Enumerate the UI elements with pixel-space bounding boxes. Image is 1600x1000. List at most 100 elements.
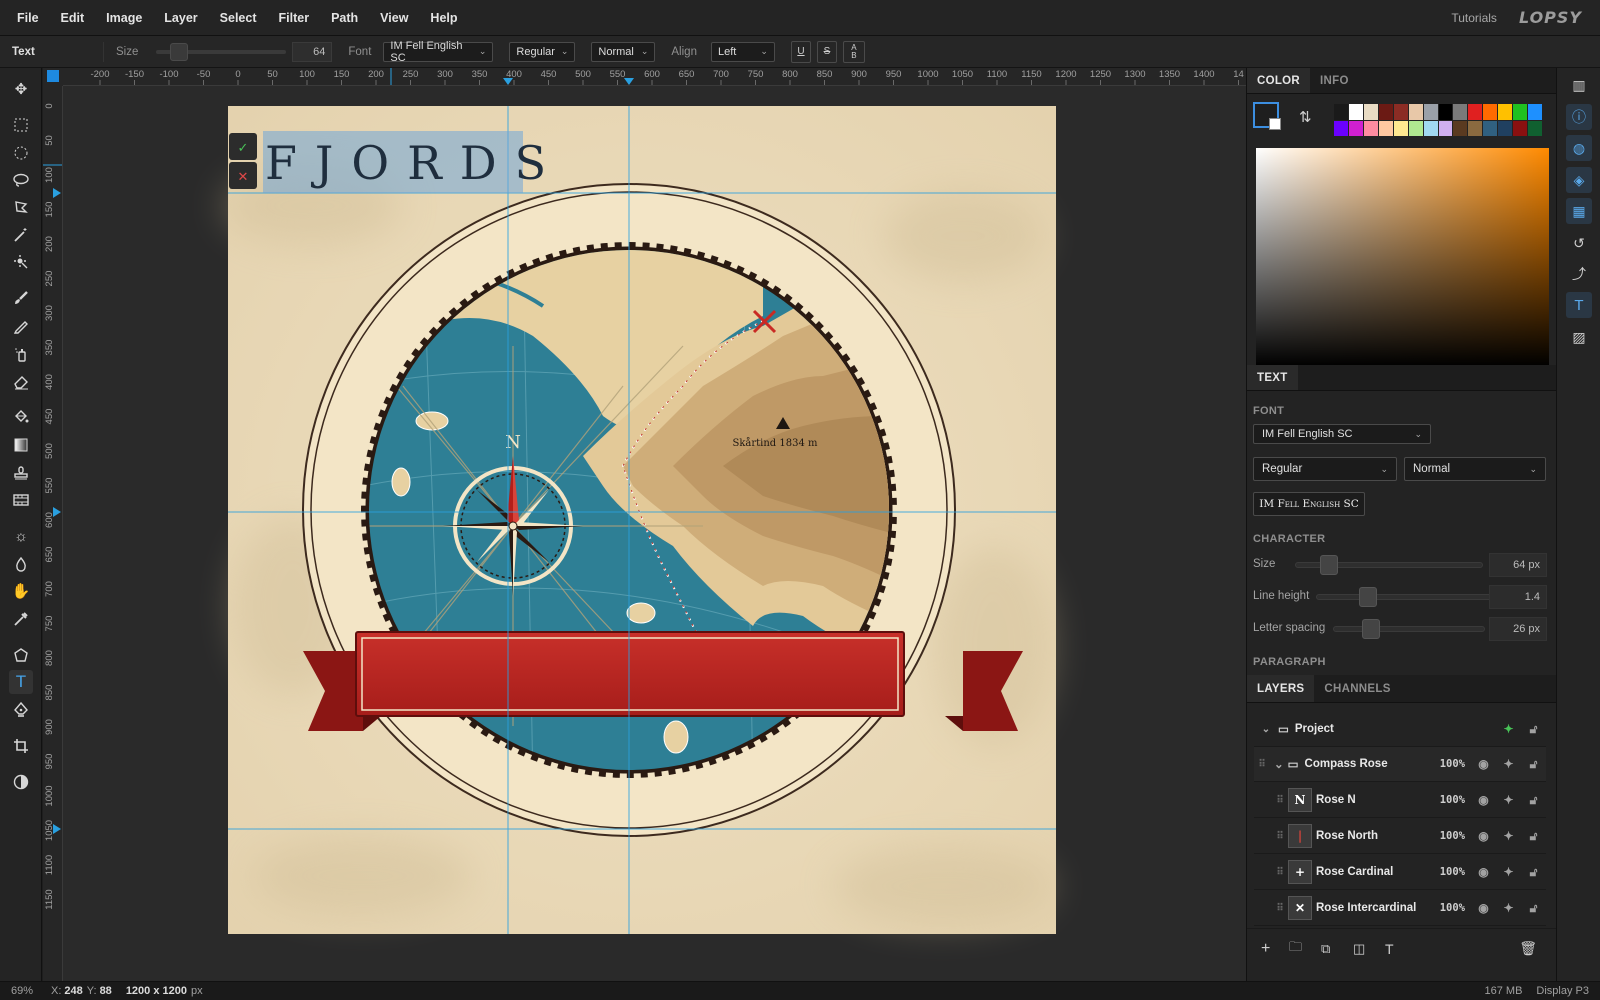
drag-handle-icon[interactable]: ⠿ — [1272, 795, 1288, 806]
layer-row-compass-rose[interactable]: ⠿ ⌄ ▭ Compass Rose 100% ◉ ✦ 🔓︎ — [1254, 747, 1546, 782]
panel-size-input[interactable]: 64 px — [1489, 553, 1547, 577]
lock-icon[interactable]: 🔓︎ — [1521, 722, 1546, 737]
duplicate-layer-icon[interactable]: ⧉ — [1321, 941, 1353, 957]
color-picker-field[interactable] — [1256, 148, 1549, 366]
info-icon[interactable]: ⓘ — [1566, 104, 1592, 130]
color-swatch[interactable] — [1513, 104, 1528, 120]
align-select[interactable]: Left ⌄ — [710, 41, 775, 62]
color-swatch[interactable] — [1453, 104, 1468, 120]
size-slider[interactable] — [156, 42, 287, 61]
tab-text[interactable]: TEXT — [1247, 365, 1298, 390]
quick-select-icon[interactable] — [9, 250, 33, 274]
magic-wand-icon[interactable] — [9, 223, 33, 247]
tab-color[interactable]: COLOR — [1247, 68, 1311, 93]
rect-select-icon[interactable] — [9, 113, 33, 137]
spray-icon[interactable] — [9, 342, 33, 366]
color-swatch[interactable] — [1334, 120, 1348, 136]
menu-image[interactable]: Image — [95, 11, 153, 25]
line-height-input[interactable]: 1.4 — [1489, 585, 1547, 609]
ruler-vertical[interactable]: 0 50 100 150 200 250 300 350 400 450 500 550 600 650 7… — [43, 86, 63, 981]
color-swatch[interactable] — [1393, 104, 1408, 120]
paths-icon[interactable]: ⤴ — [1566, 261, 1592, 287]
canvas-viewport[interactable]: N Skårtind 1834 m FJORDS ✓ ✕ — [63, 86, 1246, 981]
menu-edit[interactable]: Edit — [50, 11, 96, 25]
sun-icon[interactable]: ☼ — [9, 524, 33, 548]
bucket-icon[interactable] — [9, 405, 33, 429]
menu-select[interactable]: Select — [209, 11, 268, 25]
eye-icon[interactable]: ◉ — [1471, 865, 1496, 879]
color-swatch[interactable] — [1453, 120, 1468, 136]
contrast-icon[interactable] — [9, 770, 33, 794]
eye-icon[interactable]: ◉ — [1471, 829, 1496, 843]
gradient-icon[interactable] — [9, 433, 33, 457]
pen-icon[interactable] — [9, 698, 33, 722]
color-swatch[interactable] — [1378, 104, 1393, 120]
add-layer-icon[interactable]: + — [1261, 940, 1289, 958]
add-folder-icon[interactable]: 🗀︎ — [1289, 938, 1321, 960]
color-swatch[interactable] — [1483, 104, 1498, 120]
ruler-guide-marker[interactable] — [53, 824, 61, 834]
color-swatch[interactable] — [1438, 104, 1453, 120]
tab-info[interactable]: INFO — [1310, 68, 1359, 93]
color-swatch[interactable] — [1348, 104, 1363, 120]
add-text-layer-icon[interactable]: T — [1385, 941, 1417, 957]
palette-icon[interactable]: ◍ — [1566, 135, 1592, 161]
layer-row-project[interactable]: ⌄ ▭ Project ✦ 🔓︎ — [1254, 712, 1546, 747]
swap-colors-icon[interactable]: ⇅ — [1299, 108, 1312, 126]
color-swatch[interactable] — [1363, 104, 1378, 120]
color-swatch[interactable] — [1363, 120, 1378, 136]
letter-spacing-input[interactable]: 26 px — [1489, 617, 1547, 641]
map-icon[interactable]: ▥ — [1566, 72, 1592, 98]
layers-icon[interactable]: ◈ — [1566, 167, 1592, 193]
expand-chevron-icon[interactable]: ⌄ — [1274, 757, 1284, 771]
eye-icon[interactable]: ◉ — [1471, 757, 1496, 771]
lock-icon[interactable]: 🔓︎ — [1521, 865, 1546, 880]
eye-icon[interactable]: ◉ — [1471, 793, 1496, 807]
menu-file[interactable]: File — [6, 11, 50, 25]
document-canvas[interactable]: N Skårtind 1834 m FJORDS ✓ ✕ — [63, 86, 1246, 981]
tab-layers[interactable]: LAYERS — [1247, 675, 1315, 702]
underline-button[interactable]: U — [790, 40, 811, 63]
expand-chevron-icon[interactable]: ⌄ — [1258, 724, 1274, 735]
panel-mode-select[interactable]: Normal ⌄ — [1404, 457, 1546, 481]
font-select[interactable]: IM Fell English SC ⌄ — [383, 40, 494, 64]
color-swatch[interactable] — [1393, 120, 1408, 136]
menu-filter[interactable]: Filter — [268, 11, 321, 25]
panel-style-select[interactable]: Regular ⌄ — [1253, 457, 1397, 481]
tab-channels[interactable]: CHANNELS — [1314, 675, 1400, 702]
color-swatch[interactable] — [1423, 120, 1438, 136]
layer-row-rose-north[interactable]: ⠿ | Rose North 100% ◉ ✦ 🔓︎ — [1254, 819, 1546, 854]
line-height-slider[interactable] — [1316, 587, 1498, 607]
color-swatch[interactable] — [1468, 104, 1483, 120]
film-icon[interactable] — [9, 488, 33, 512]
effects-icon[interactable]: ✦ — [1496, 829, 1521, 843]
color-swatch[interactable] — [1528, 104, 1542, 120]
panel-font-select[interactable]: IM Fell English SC ⌄ — [1253, 424, 1431, 444]
eyedropper-icon[interactable] — [9, 607, 33, 631]
stamp-icon[interactable] — [9, 461, 33, 485]
drop-icon[interactable] — [9, 552, 33, 576]
ruler-guide-marker[interactable] — [624, 78, 634, 85]
color-swatch[interactable] — [1348, 120, 1363, 136]
history-icon[interactable]: ↺ — [1566, 230, 1592, 256]
effects-icon[interactable]: ✦ — [1496, 757, 1521, 771]
drag-handle-icon[interactable]: ⠿ — [1272, 831, 1288, 842]
lock-icon[interactable]: 🔓︎ — [1521, 829, 1546, 844]
drag-handle-icon[interactable]: ⠿ — [1272, 903, 1288, 914]
crop-icon[interactable] — [9, 734, 33, 758]
image-adjust-icon[interactable]: ▨ — [1566, 324, 1592, 350]
text-icon[interactable]: T — [9, 670, 33, 694]
letter-spacing-slider[interactable] — [1333, 619, 1485, 639]
ruler-corner[interactable] — [43, 68, 63, 86]
menu-path[interactable]: Path — [320, 11, 369, 25]
drag-handle-icon[interactable]: ⠿ — [1272, 867, 1288, 878]
text-panel-icon[interactable]: T — [1566, 292, 1592, 318]
guide-toggle-icon[interactable] — [47, 70, 59, 82]
color-swatch[interactable] — [1408, 104, 1423, 120]
ruler-guide-marker[interactable] — [53, 188, 61, 198]
tutorials-link[interactable]: Tutorials — [1451, 11, 1497, 25]
color-swatch[interactable] — [1528, 120, 1542, 136]
ruler-guide-marker[interactable] — [503, 78, 513, 85]
font-preview[interactable]: IM Fell English SC — [1253, 492, 1365, 516]
color-swatch[interactable] — [1483, 120, 1498, 136]
